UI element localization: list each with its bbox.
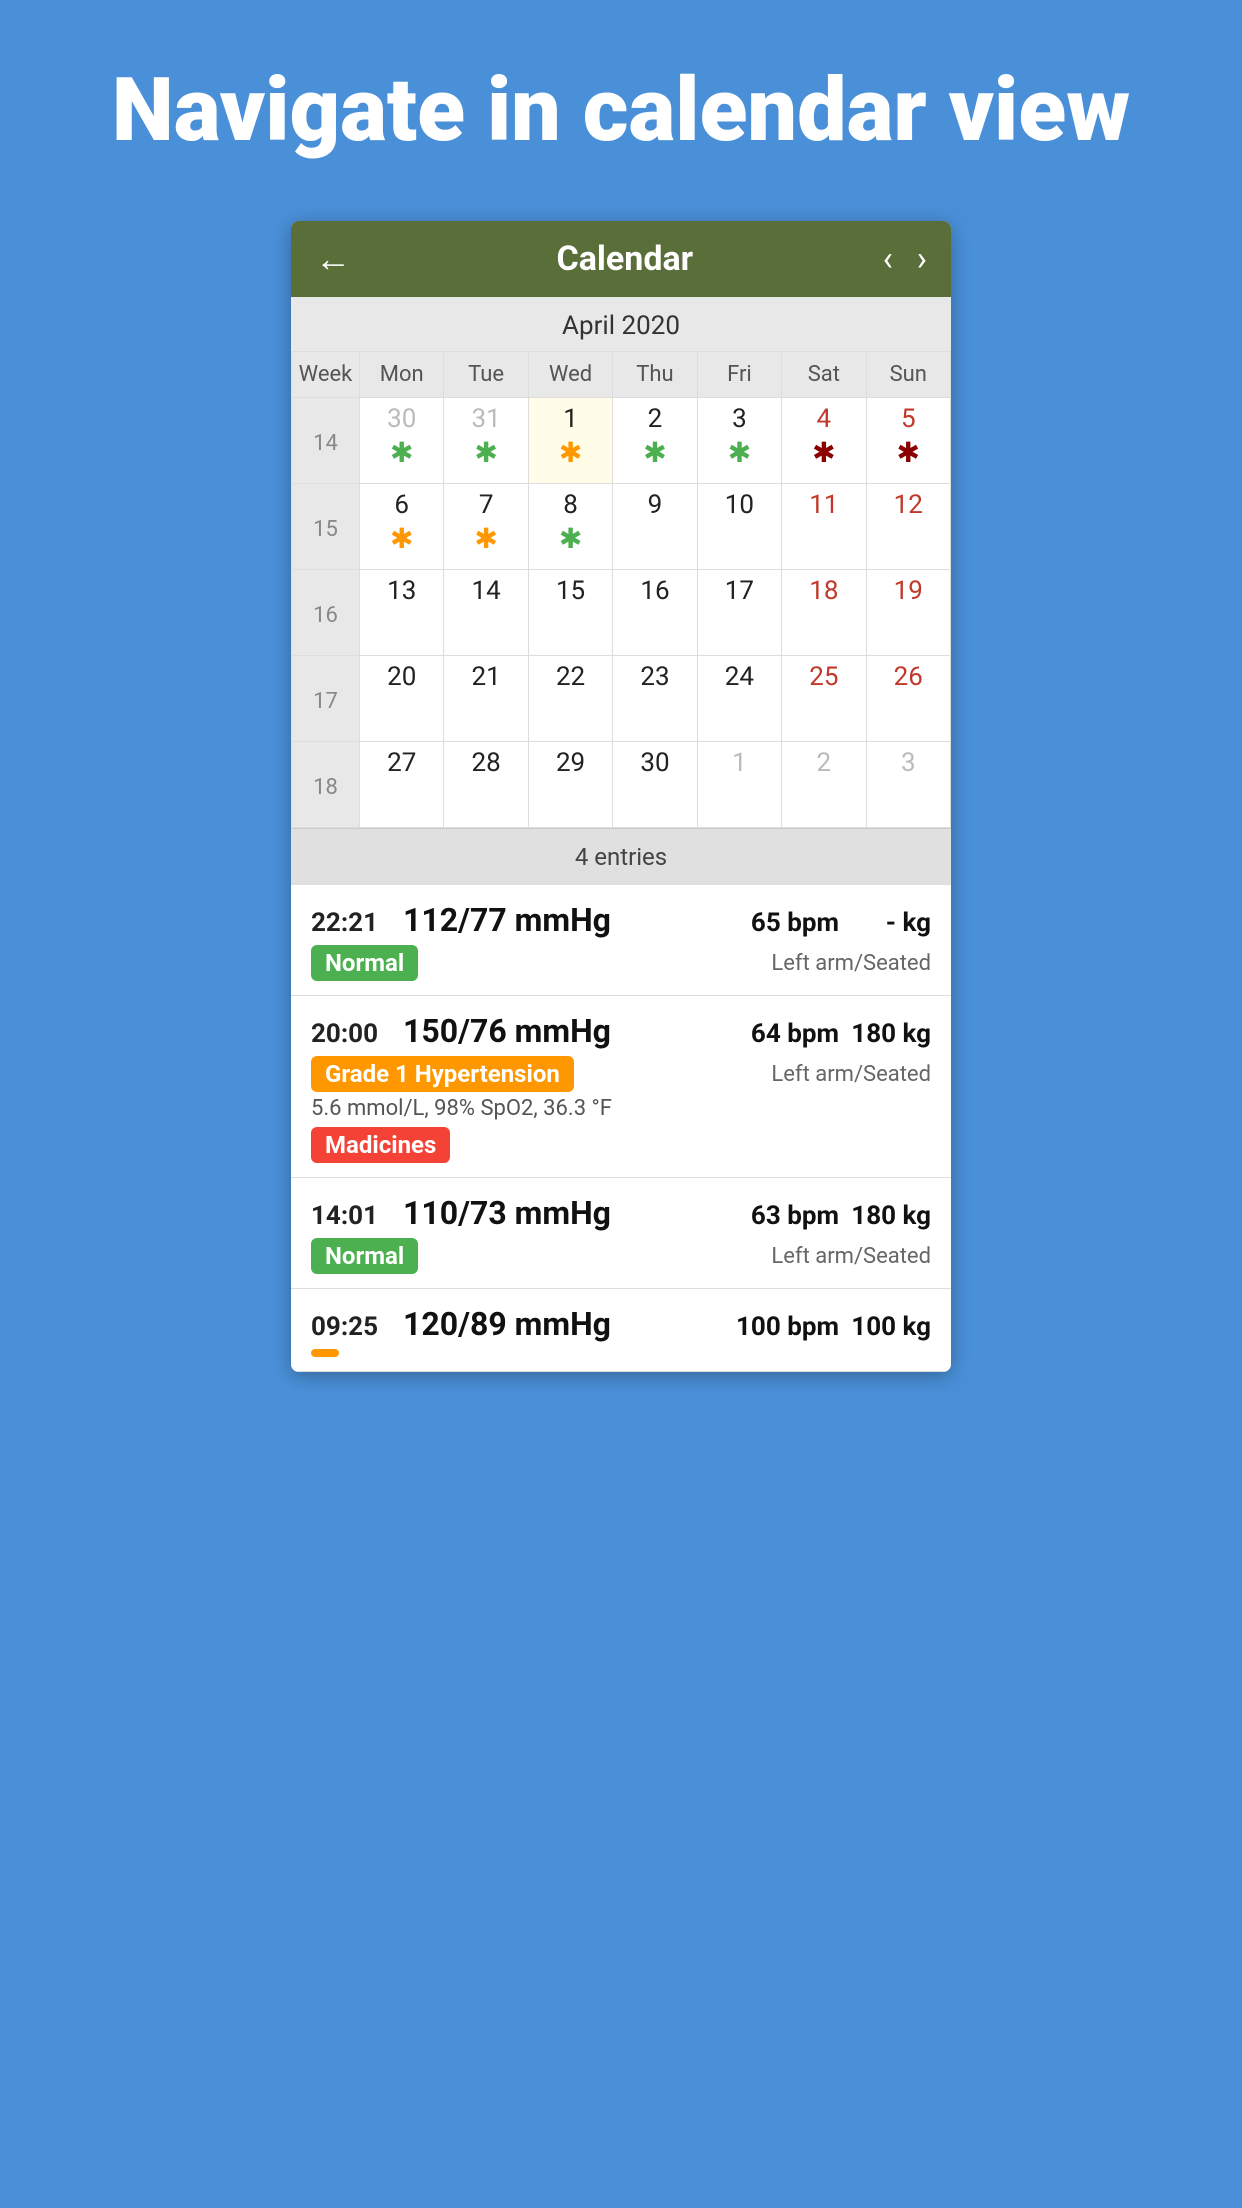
cal-day-19-apr[interactable]: 19: [867, 570, 951, 656]
col-header-tue: Tue: [444, 352, 528, 398]
col-header-fri: Fri: [698, 352, 782, 398]
calendar-month-label: April 2020: [291, 297, 951, 351]
entry-2-extra: 5.6 mmol/L, 98% SpO2, 36.3 °F: [311, 1096, 931, 1121]
cal-day-3-may[interactable]: 3: [867, 742, 951, 828]
cal-day-20-apr[interactable]: 20: [360, 656, 444, 742]
entry-row-4[interactable]: 09:25 120/89 mmHg 100 bpm 100 kg: [291, 1289, 951, 1372]
entry-2-medicines-badge: Madicines: [311, 1127, 450, 1163]
entry-2-badge: Grade 1 Hypertension: [311, 1056, 574, 1092]
cal-day-6-apr[interactable]: 6✱: [360, 484, 444, 570]
col-header-wed: Wed: [529, 352, 613, 398]
col-header-sun: Sun: [867, 352, 951, 398]
entry-3-badge: Normal: [311, 1238, 418, 1274]
cal-day-2-apr[interactable]: 2✱: [613, 398, 697, 484]
cal-day-11-apr[interactable]: 11: [782, 484, 866, 570]
cal-day-18-apr[interactable]: 18: [782, 570, 866, 656]
entry-3-bpm: 63 bpm: [751, 1201, 839, 1231]
entry-3-time: 14:01: [311, 1201, 391, 1231]
cal-day-27-apr[interactable]: 27: [360, 742, 444, 828]
cal-day-1-may[interactable]: 1: [698, 742, 782, 828]
entry-1-kg: - kg: [851, 908, 931, 938]
cal-day-28-apr[interactable]: 28: [444, 742, 528, 828]
header-title: Calendar: [367, 239, 883, 279]
cal-day-31-mar[interactable]: 31✱: [444, 398, 528, 484]
col-header-week: Week: [292, 352, 360, 398]
cal-day-22-apr[interactable]: 22: [529, 656, 613, 742]
app-container: ← Calendar ‹ › April 2020 Week Mon Tue W…: [291, 221, 951, 1372]
entry-4-bp: 120/89 mmHg: [403, 1305, 724, 1343]
cal-day-1-apr[interactable]: 1✱: [529, 398, 613, 484]
cal-day-13-apr[interactable]: 13: [360, 570, 444, 656]
entry-row-2[interactable]: 20:00 150/76 mmHg 64 bpm 180 kg Grade 1 …: [291, 996, 951, 1178]
entry-row-1[interactable]: 22:21 112/77 mmHg 65 bpm - kg Normal Lef…: [291, 885, 951, 996]
cal-day-30-apr[interactable]: 30: [613, 742, 697, 828]
week-16: 16: [292, 570, 360, 656]
entry-3-bp: 110/73 mmHg: [403, 1194, 739, 1232]
cal-day-15-apr[interactable]: 15: [529, 570, 613, 656]
cal-day-3-apr[interactable]: 3✱: [698, 398, 782, 484]
cal-day-2-may[interactable]: 2: [782, 742, 866, 828]
next-month-button[interactable]: ›: [917, 239, 927, 279]
entry-1-badge: Normal: [311, 945, 418, 981]
entry-2-medicines-container: Madicines: [311, 1127, 931, 1163]
cal-day-17-apr[interactable]: 17: [698, 570, 782, 656]
cal-day-14-apr[interactable]: 14: [444, 570, 528, 656]
cal-day-12-apr[interactable]: 12: [867, 484, 951, 570]
entry-row-3[interactable]: 14:01 110/73 mmHg 63 bpm 180 kg Normal L…: [291, 1178, 951, 1289]
cal-day-5-apr[interactable]: 5✱: [867, 398, 951, 484]
col-header-mon: Mon: [360, 352, 444, 398]
week-17: 17: [292, 656, 360, 742]
entry-1-position: Left arm/Seated: [771, 951, 931, 976]
entry-2-bp: 150/76 mmHg: [403, 1012, 739, 1050]
cal-day-8-apr[interactable]: 8✱: [529, 484, 613, 570]
entries-count: 4 entries: [291, 828, 951, 885]
entry-1-bp: 112/77 mmHg: [403, 901, 739, 939]
prev-month-button[interactable]: ‹: [883, 239, 893, 279]
calendar-section: April 2020 Week Mon Tue Wed Thu Fri Sat …: [291, 297, 951, 1372]
entry-2-kg: 180 kg: [851, 1019, 931, 1049]
cal-day-9-apr[interactable]: 9: [613, 484, 697, 570]
hero-title: Navigate in calendar view: [32, 0, 1210, 221]
week-14: 14: [292, 398, 360, 484]
cal-day-7-apr[interactable]: 7✱: [444, 484, 528, 570]
cal-day-29-apr[interactable]: 29: [529, 742, 613, 828]
header-nav: ‹ ›: [883, 239, 927, 279]
cal-day-10-apr[interactable]: 10: [698, 484, 782, 570]
cal-day-26-apr[interactable]: 26: [867, 656, 951, 742]
calendar-grid: Week Mon Tue Wed Thu Fri Sat Sun 14 30✱ …: [291, 351, 951, 828]
entry-2-position: Left arm/Seated: [771, 1062, 931, 1087]
entry-2-time: 20:00: [311, 1019, 391, 1049]
cal-day-4-apr[interactable]: 4✱: [782, 398, 866, 484]
cal-day-16-apr[interactable]: 16: [613, 570, 697, 656]
cal-day-30-mar[interactable]: 30✱: [360, 398, 444, 484]
entry-4-kg: 100 kg: [851, 1312, 931, 1342]
app-header: ← Calendar ‹ ›: [291, 221, 951, 297]
entry-1-bpm: 65 bpm: [751, 908, 839, 938]
entry-4-bpm: 100 bpm: [736, 1312, 839, 1342]
entry-3-kg: 180 kg: [851, 1201, 931, 1231]
col-header-thu: Thu: [613, 352, 697, 398]
cal-day-24-apr[interactable]: 24: [698, 656, 782, 742]
entry-1-time: 22:21: [311, 908, 391, 938]
cal-day-25-apr[interactable]: 25: [782, 656, 866, 742]
entry-4-badge: [311, 1349, 339, 1357]
entry-4-time: 09:25: [311, 1312, 391, 1342]
back-button[interactable]: ←: [315, 238, 351, 280]
entry-2-bpm: 64 bpm: [751, 1019, 839, 1049]
entry-3-position: Left arm/Seated: [771, 1244, 931, 1269]
week-15: 15: [292, 484, 360, 570]
cal-day-23-apr[interactable]: 23: [613, 656, 697, 742]
week-18: 18: [292, 742, 360, 828]
col-header-sat: Sat: [782, 352, 866, 398]
cal-day-21-apr[interactable]: 21: [444, 656, 528, 742]
